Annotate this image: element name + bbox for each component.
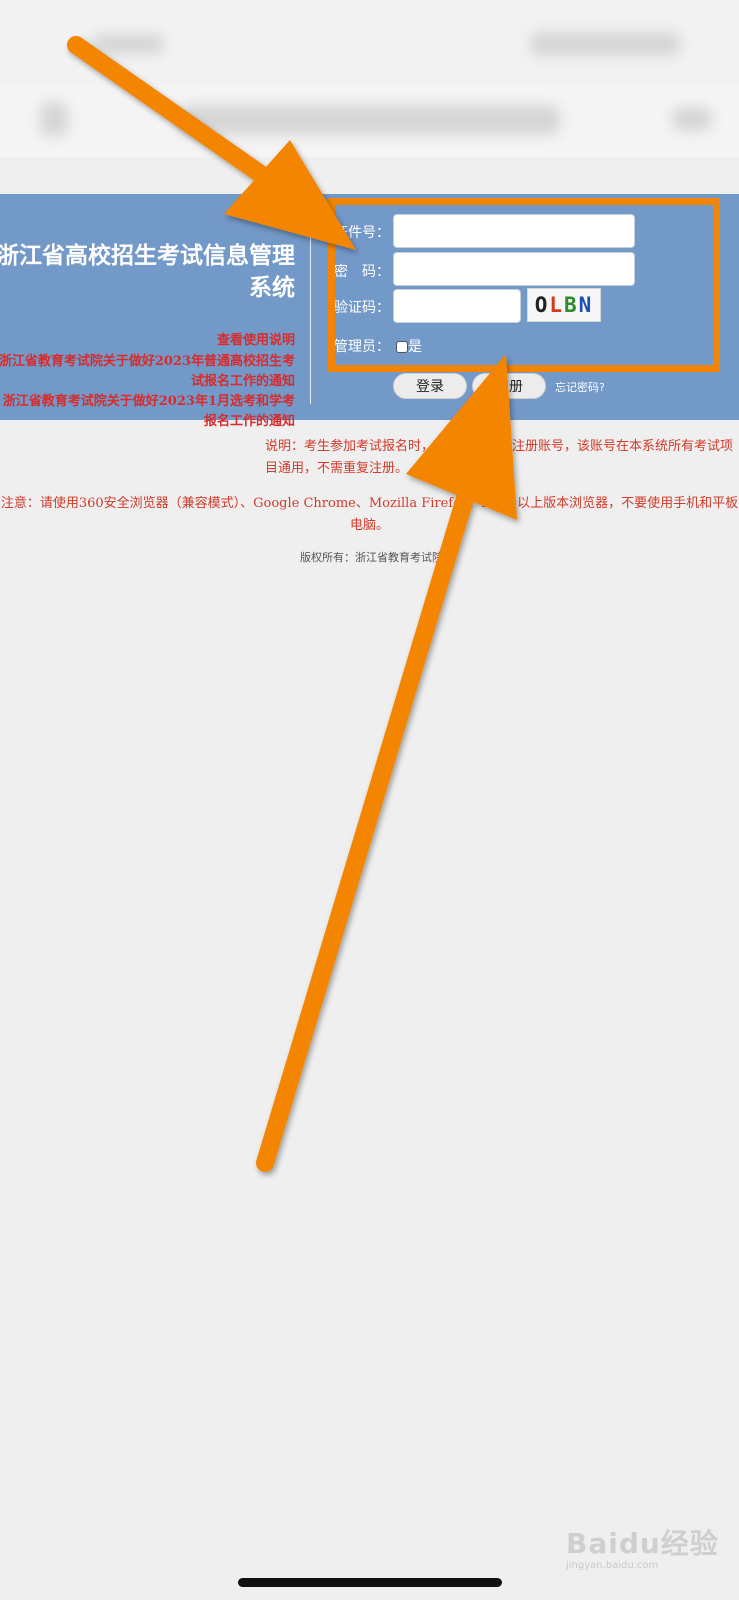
annotation-arrows — [67, 36, 517, 1172]
watermark-url: jingyan.baidu.com — [566, 1560, 659, 1571]
arrow-head-long — [406, 354, 517, 520]
home-indicator[interactable] — [238, 1578, 502, 1587]
arrow-shaft-top — [67, 36, 281, 191]
arrow-shaft-long — [256, 486, 475, 1172]
baidu-watermark: Baidu经验 — [566, 1527, 719, 1560]
